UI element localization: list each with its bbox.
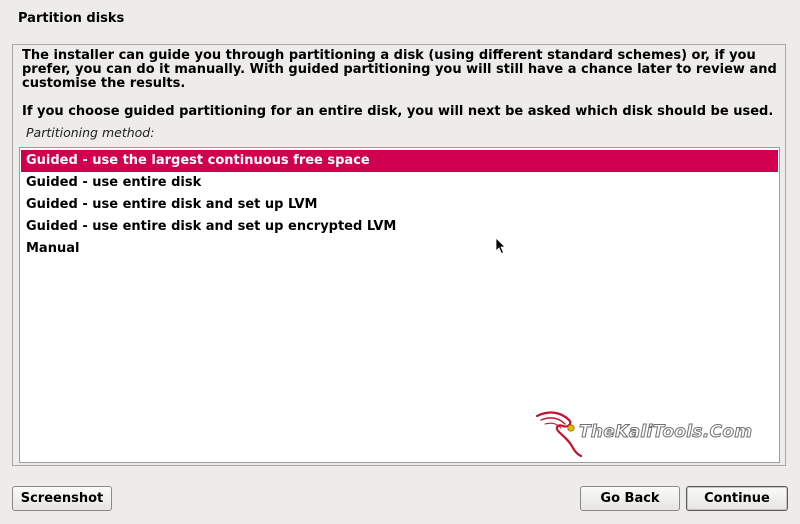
list-item-guided-entire-disk-encrypted-lvm[interactable]: Guided - use entire disk and set up encr…	[21, 216, 778, 238]
list-item-guided-largest-free-space[interactable]: Guided - use the largest continuous free…	[21, 150, 778, 172]
description-text-disk: If you choose guided partitioning for an…	[22, 104, 774, 119]
list-item-guided-entire-disk[interactable]: Guided - use entire disk	[21, 172, 778, 194]
screenshot-button[interactable]: Screenshot	[12, 486, 112, 511]
description-text: The installer can guide you through part…	[22, 48, 777, 91]
watermark: TheKaliTools.Com	[535, 406, 775, 458]
mouse-pointer-icon	[495, 237, 506, 255]
go-back-button[interactable]: Go Back	[580, 486, 680, 511]
list-item-manual[interactable]: Manual	[21, 238, 778, 260]
page-title: Partition disks	[18, 11, 125, 26]
list-item-guided-entire-disk-lvm[interactable]: Guided - use entire disk and set up LVM	[21, 194, 778, 216]
partitioning-method-list[interactable]: Guided - use the largest continuous free…	[19, 147, 780, 463]
partitioning-method-label: Partitioning method:	[26, 125, 155, 140]
continue-button[interactable]: Continue	[686, 486, 788, 511]
watermark-text: TheKaliTools.Com	[578, 422, 753, 443]
